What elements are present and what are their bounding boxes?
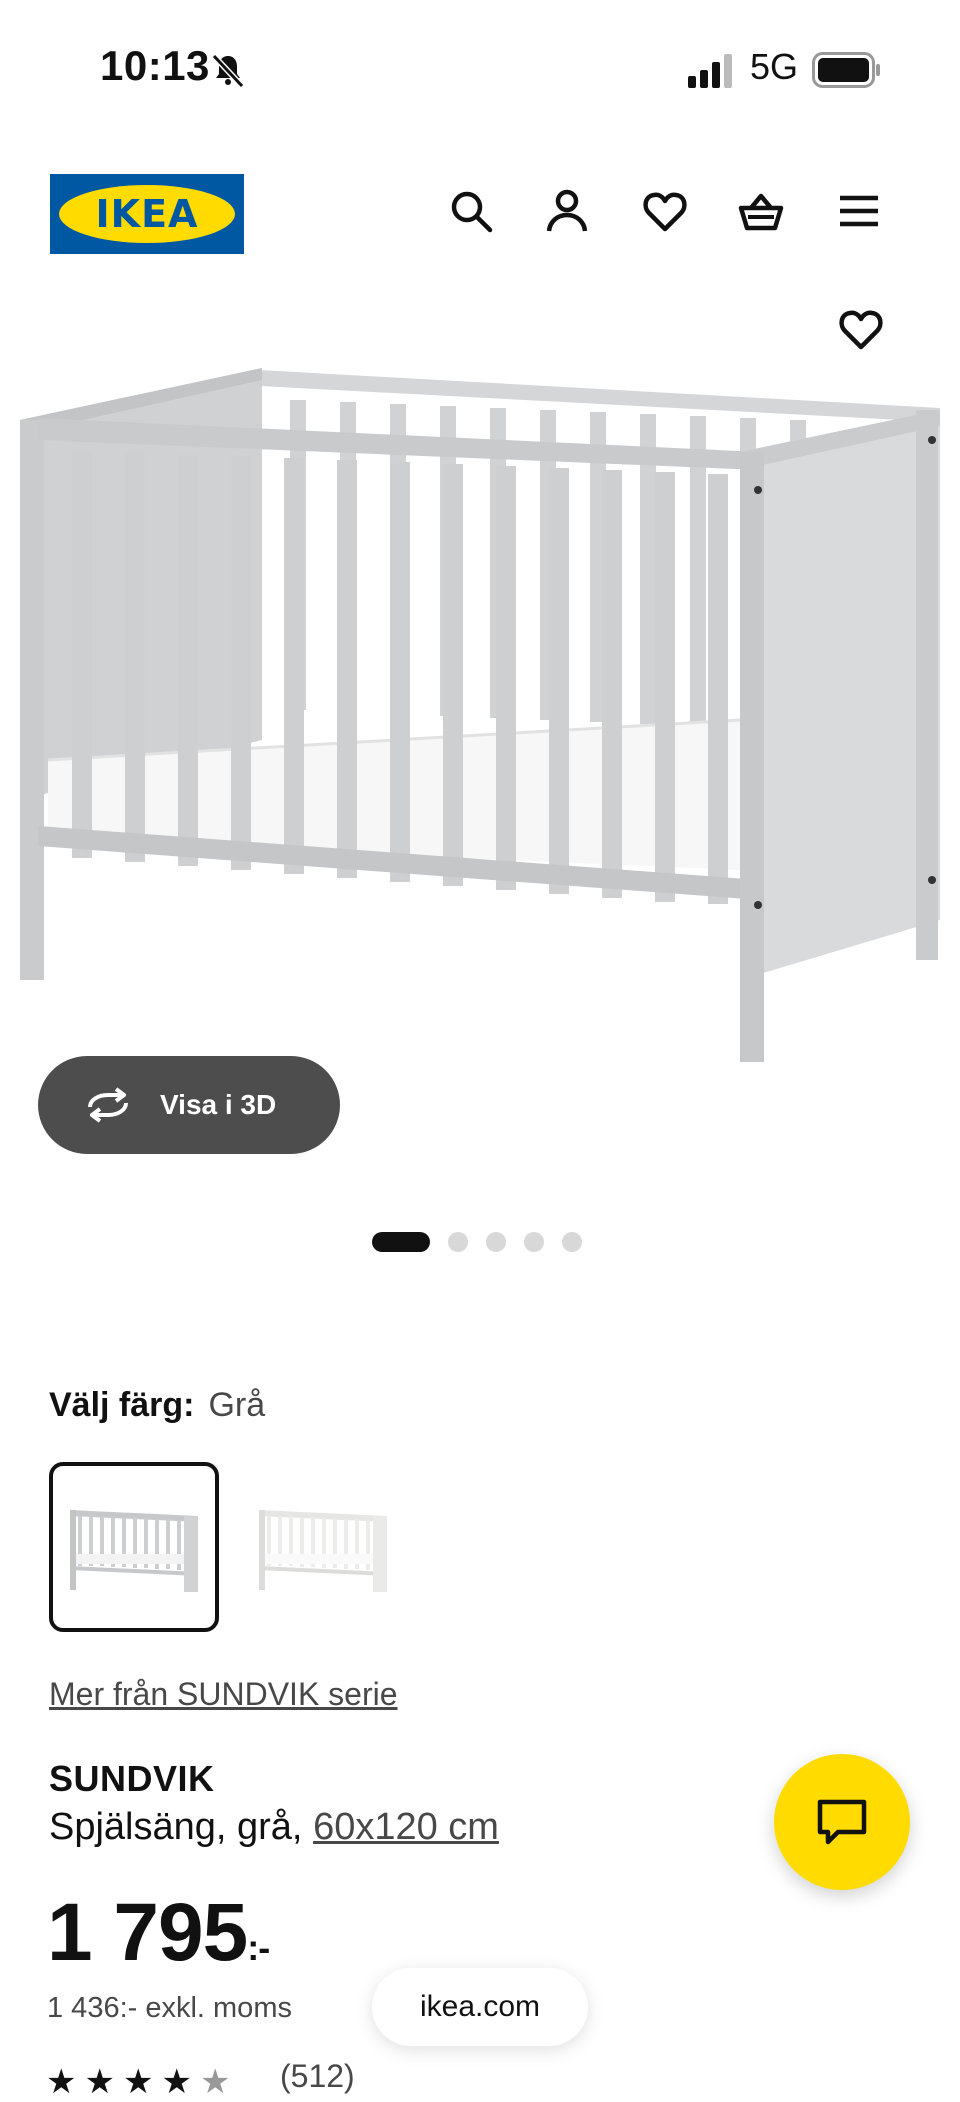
color-option-grey[interactable] [49,1462,219,1632]
series-link[interactable]: Mer från SUNDVIK serie [49,1676,398,1713]
white-crib-thumbnail [259,1510,387,1592]
gallery-dot[interactable] [562,1232,582,1252]
price-suffix: :- [247,1927,270,1968]
rotate-3d-icon [88,1087,128,1123]
product-name: SUNDVIK [49,1758,215,1799]
chat-icon [817,1799,867,1845]
status-time: 10:13 [100,42,210,89]
user-icon[interactable] [544,188,590,234]
size-link[interactable]: 60x120 cm [313,1806,499,1848]
color-label: Välj färg: [49,1386,195,1424]
color-value: Grå [208,1386,266,1424]
crib-illustration [20,368,940,1062]
menu-icon[interactable] [836,188,882,234]
gallery-dot[interactable] [372,1232,430,1252]
battery-icon [812,52,880,88]
star-icon: ★ [84,2063,115,2101]
basket-icon[interactable] [738,188,784,234]
ikea-logo[interactable]: IKEA [50,174,244,254]
network-label: 5G [750,46,799,87]
price-excl-vat: 1 436:- exkl. moms [47,1992,292,2024]
view-in-3d-button[interactable]: Visa i 3D [38,1056,340,1154]
review-count[interactable]: (512) [280,2058,355,2095]
star-icon: ★ [161,2063,192,2101]
gallery-pagination [372,1232,582,1252]
search-icon[interactable] [448,188,494,234]
price: 1 795:- [47,1886,270,1980]
signal-icon [688,54,732,88]
star-icon: ★ [122,2063,154,2101]
url-text: ikea.com [419,1990,541,2023]
color-selector-heading: Välj färg: Grå [49,1386,265,1425]
gallery-dot[interactable] [524,1232,544,1252]
product-description: Spjälsäng, grå, 60x120 cm [49,1806,499,1849]
logo-text: IKEA [95,192,199,236]
view-in-3d-label: Visa i 3D [160,1089,277,1120]
gallery-dot[interactable] [486,1232,506,1252]
star-half-icon: ★ [199,2063,231,2101]
price-value: 1 795 [47,1887,248,1978]
star-icon: ★ [46,2063,77,2101]
product-image[interactable] [0,340,960,1080]
heart-icon[interactable] [642,188,688,234]
bell-muted-icon [211,53,245,89]
gallery-dot[interactable] [448,1232,468,1252]
color-option-white[interactable] [238,1462,408,1632]
product-description-text: Spjälsäng, grå, [49,1806,314,1848]
browser-url-bar[interactable]: ikea.com [372,1968,588,2046]
rating-stars[interactable]: ★ ★ ★ ★ ★ [46,2062,230,2102]
grey-crib-thumbnail [70,1510,198,1592]
chat-button[interactable] [774,1754,910,1890]
